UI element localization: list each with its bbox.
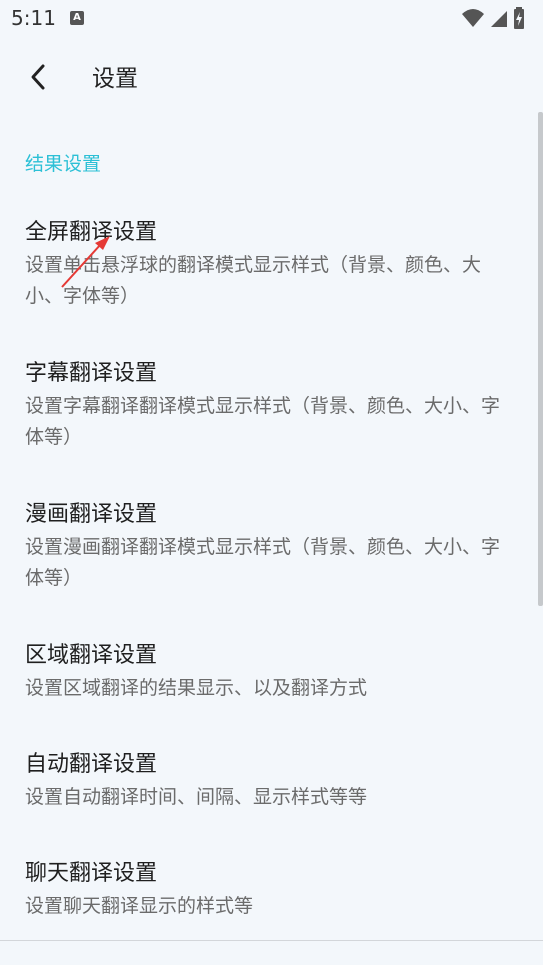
subtitle-translation-settings[interactable]: 字幕翻译设置 设置字幕翻译翻译模式显示样式（背景、颜色、大小、字体等） — [0, 355, 520, 455]
chevron-left-icon — [31, 64, 45, 90]
section-header: 结果设置 — [25, 153, 102, 175]
item-title: 聊天翻译设置 — [25, 861, 158, 886]
status-bar: 5:11 A — [0, 0, 543, 36]
item-subtitle: 设置聊天翻译显示的样式等 — [25, 895, 254, 917]
status-time: 5:11 — [11, 6, 56, 30]
a-icon: A — [70, 11, 84, 25]
page-title: 设置 — [92, 66, 138, 92]
bottom-divider — [0, 940, 543, 941]
comic-translation-settings[interactable]: 漫画翻译设置 设置漫画翻译翻译模式显示样式（背景、颜色、大小、字体等） — [0, 496, 520, 596]
scrollbar[interactable] — [538, 112, 543, 606]
auto-translation-settings[interactable]: 自动翻译设置 设置自动翻译时间、间隔、显示样式等等 — [0, 746, 520, 816]
item-subtitle: 设置自动翻译时间、间隔、显示样式等等 — [25, 786, 368, 808]
item-subtitle: 设置区域翻译的结果显示、以及翻译方式 — [25, 677, 368, 699]
app-bar: 设置 — [0, 40, 543, 110]
item-subtitle: 设置漫画翻译翻译模式显示样式（背景、颜色、大小、字体等） — [25, 536, 501, 589]
signal-icon — [491, 11, 507, 27]
region-translation-settings[interactable]: 区域翻译设置 设置区域翻译的结果显示、以及翻译方式 — [0, 637, 520, 707]
red-arrow-icon — [61, 236, 110, 288]
back-button[interactable] — [16, 56, 60, 100]
status-icons — [461, 7, 533, 29]
item-title: 漫画翻译设置 — [25, 502, 158, 527]
wifi-icon — [462, 9, 484, 27]
battery-charging-icon — [514, 7, 524, 29]
item-title: 区域翻译设置 — [25, 643, 158, 668]
item-title: 自动翻译设置 — [25, 752, 158, 777]
chat-translation-settings[interactable]: 聊天翻译设置 设置聊天翻译显示的样式等 — [0, 855, 520, 925]
item-title: 字幕翻译设置 — [25, 361, 158, 386]
item-subtitle: 设置字幕翻译翻译模式显示样式（背景、颜色、大小、字体等） — [25, 395, 501, 448]
